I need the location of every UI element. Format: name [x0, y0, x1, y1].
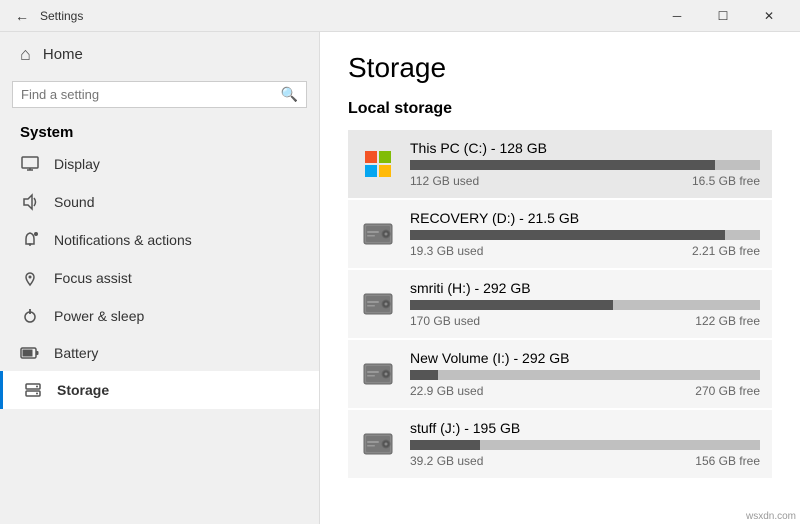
focus-icon: [20, 269, 40, 287]
drive-name: New Volume (I:) - 292 GB: [410, 350, 760, 366]
storage-details: 19.3 GB used 2.21 GB free: [410, 244, 760, 258]
storage-bar: [410, 370, 760, 380]
storage-drive-item[interactable]: This PC (C:) - 128 GB 112 GB used 16.5 G…: [348, 130, 772, 198]
drive-name: stuff (J:) - 195 GB: [410, 420, 760, 436]
used-label: 19.3 GB used: [410, 244, 483, 258]
drive-info: RECOVERY (D:) - 21.5 GB 19.3 GB used 2.2…: [410, 210, 760, 258]
sidebar-section-title: System: [0, 116, 319, 145]
sidebar-home-item[interactable]: ⌂ Home: [0, 32, 319, 77]
watermark: wsxdn.com: [746, 511, 796, 522]
storage-bar-used: [410, 440, 480, 450]
drive-name: This PC (C:) - 128 GB: [410, 140, 760, 156]
storage-drive-item[interactable]: stuff (J:) - 195 GB 39.2 GB used 156 GB …: [348, 410, 772, 478]
storage-details: 112 GB used 16.5 GB free: [410, 174, 760, 188]
display-icon: [20, 155, 40, 173]
storage-details: 22.9 GB used 270 GB free: [410, 384, 760, 398]
sidebar: ⌂ Home 🔍 System Display: [0, 32, 320, 524]
titlebar: ← Settings ─ ☐ ✕: [0, 0, 800, 32]
maximize-button[interactable]: ☐: [700, 0, 746, 32]
minimize-button[interactable]: ─: [654, 0, 700, 32]
search-icon: 🔍: [281, 86, 298, 103]
drive-name: RECOVERY (D:) - 21.5 GB: [410, 210, 760, 226]
storage-drive-item[interactable]: New Volume (I:) - 292 GB 22.9 GB used 27…: [348, 340, 772, 408]
sidebar-item-notifications[interactable]: Notifications & actions: [0, 221, 319, 259]
free-label: 156 GB free: [695, 454, 760, 468]
free-label: 122 GB free: [695, 314, 760, 328]
close-button[interactable]: ✕: [746, 0, 792, 32]
back-button[interactable]: ←: [8, 2, 36, 30]
used-label: 22.9 GB used: [410, 384, 483, 398]
sidebar-item-focus-label: Focus assist: [54, 270, 132, 286]
hdd-drive-icon: [360, 356, 396, 392]
hdd-drive-icon: [360, 216, 396, 252]
home-icon: ⌂: [20, 44, 31, 65]
storage-bar: [410, 160, 760, 170]
content-area: Storage Local storage This PC (C:) - 128…: [320, 32, 800, 524]
sidebar-item-focus[interactable]: Focus assist: [0, 259, 319, 297]
drive-info: stuff (J:) - 195 GB 39.2 GB used 156 GB …: [410, 420, 760, 468]
hdd-drive-icon: [360, 286, 396, 322]
free-label: 16.5 GB free: [692, 174, 760, 188]
drive-info: smriti (H:) - 292 GB 170 GB used 122 GB …: [410, 280, 760, 328]
sidebar-home-label: Home: [43, 46, 83, 63]
free-label: 270 GB free: [695, 384, 760, 398]
battery-icon: [20, 346, 40, 360]
drive-info: New Volume (I:) - 292 GB 22.9 GB used 27…: [410, 350, 760, 398]
sidebar-item-display-label: Display: [54, 156, 100, 172]
storage-details: 39.2 GB used 156 GB free: [410, 454, 760, 468]
storage-bar: [410, 230, 760, 240]
power-icon: [20, 307, 40, 325]
storage-details: 170 GB used 122 GB free: [410, 314, 760, 328]
window-controls: ─ ☐ ✕: [654, 0, 792, 32]
storage-bar: [410, 440, 760, 450]
drive-name: smriti (H:) - 292 GB: [410, 280, 760, 296]
drive-info: This PC (C:) - 128 GB 112 GB used 16.5 G…: [410, 140, 760, 188]
sidebar-item-battery-label: Battery: [54, 345, 98, 361]
notifications-icon: [20, 231, 40, 249]
page-title: Storage: [348, 52, 772, 84]
storage-drive-item[interactable]: smriti (H:) - 292 GB 170 GB used 122 GB …: [348, 270, 772, 338]
sidebar-item-sound[interactable]: Sound: [0, 183, 319, 221]
storage-bar-used: [410, 370, 438, 380]
search-input[interactable]: [21, 87, 281, 102]
storage-bar-used: [410, 160, 715, 170]
sidebar-item-storage[interactable]: Storage: [0, 371, 319, 409]
sidebar-item-power[interactable]: Power & sleep: [0, 297, 319, 335]
sidebar-item-battery[interactable]: Battery: [0, 335, 319, 371]
used-label: 39.2 GB used: [410, 454, 483, 468]
used-label: 112 GB used: [410, 174, 479, 188]
storage-bar: [410, 300, 760, 310]
drives-list: This PC (C:) - 128 GB 112 GB used 16.5 G…: [348, 130, 772, 478]
local-storage-label: Local storage: [348, 100, 772, 118]
sound-icon: [20, 193, 40, 211]
storage-drive-item[interactable]: RECOVERY (D:) - 21.5 GB 19.3 GB used 2.2…: [348, 200, 772, 268]
sidebar-item-power-label: Power & sleep: [54, 308, 144, 324]
storage-bar-used: [410, 230, 725, 240]
search-box[interactable]: 🔍: [12, 81, 307, 108]
sidebar-item-notifications-label: Notifications & actions: [54, 232, 192, 248]
titlebar-title: Settings: [40, 9, 83, 23]
hdd-drive-icon: [360, 426, 396, 462]
windows-drive-icon: [360, 146, 396, 182]
sidebar-item-storage-label: Storage: [57, 382, 109, 398]
storage-bar-used: [410, 300, 613, 310]
used-label: 170 GB used: [410, 314, 480, 328]
storage-icon: [23, 381, 43, 399]
sidebar-item-display[interactable]: Display: [0, 145, 319, 183]
sidebar-item-sound-label: Sound: [54, 194, 94, 210]
free-label: 2.21 GB free: [692, 244, 760, 258]
main-layout: ⌂ Home 🔍 System Display: [0, 32, 800, 524]
